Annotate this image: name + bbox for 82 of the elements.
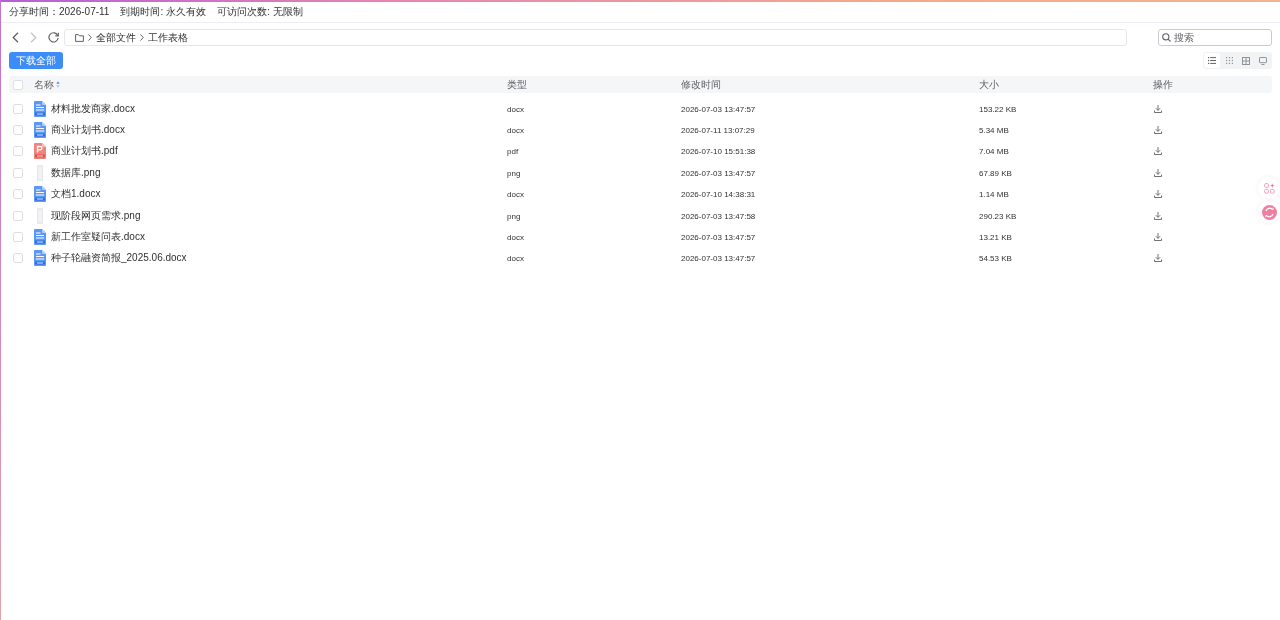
modified-time: 2026-07-03 13:47:58 <box>681 211 756 221</box>
file-type: pdf <box>507 147 519 157</box>
modified-time: 2026-07-03 13:47:57 <box>681 168 756 178</box>
row-checkbox[interactable] <box>13 103 23 114</box>
file-size: 67.89 KB <box>979 168 1012 178</box>
file-name[interactable]: 材料批发商家.docx <box>51 102 135 115</box>
folder-icon[interactable] <box>75 33 84 42</box>
monitor-icon <box>1259 56 1267 65</box>
file-size: 7.04 MB <box>979 147 1009 157</box>
download-icon[interactable] <box>1154 233 1162 242</box>
column-header: 名称 <box>34 78 54 91</box>
arrows-circle-icon[interactable] <box>1258 201 1280 223</box>
breadcrumb-link[interactable]: 工作表格 <box>148 31 188 44</box>
download-icon[interactable] <box>1154 254 1162 263</box>
list-view-button[interactable] <box>1204 53 1220 68</box>
row-checkbox[interactable] <box>13 146 23 157</box>
file-name[interactable]: 商业计划书.docx <box>51 124 125 137</box>
doc-file-icon <box>34 229 46 246</box>
download-icon[interactable] <box>1154 104 1162 113</box>
share-info-text: 可访问次数: 无限制 <box>217 6 303 18</box>
list-icon <box>1208 57 1216 64</box>
file-name[interactable]: 商业计划书.pdf <box>51 145 118 158</box>
file-type: docx <box>507 254 524 264</box>
row-checkbox[interactable] <box>13 232 23 243</box>
pdf-file-icon <box>34 143 46 160</box>
column-header: 大小 <box>979 78 999 91</box>
modified-time: 2026-07-10 15:51:38 <box>681 147 756 157</box>
apps-icon[interactable] <box>1258 177 1280 199</box>
modified-time: 2026-07-03 13:47:57 <box>681 254 756 264</box>
column-header: 修改时间 <box>681 78 721 91</box>
modified-time: 2026-07-03 13:47:57 <box>681 104 756 114</box>
doc-file-icon <box>34 186 46 203</box>
select-all-checkbox[interactable] <box>13 79 23 90</box>
file-type: png <box>507 211 521 221</box>
search-field[interactable]: 搜索 <box>1158 29 1272 46</box>
search-icon <box>1162 33 1171 42</box>
file-name[interactable]: 文档1.docx <box>51 188 101 201</box>
back-icon[interactable] <box>12 32 19 43</box>
download-icon[interactable] <box>1154 168 1162 177</box>
row-checkbox[interactable] <box>13 210 23 221</box>
download-icon[interactable] <box>1154 126 1162 135</box>
file-size: 1.14 MB <box>979 190 1009 200</box>
file-size: 5.34 MB <box>979 126 1009 136</box>
modified-time: 2026-07-03 13:47:57 <box>681 233 756 243</box>
file-type: docx <box>507 126 524 136</box>
doc-file-icon <box>34 100 46 117</box>
sort-icon[interactable] <box>56 81 60 88</box>
download-icon[interactable] <box>1154 147 1162 156</box>
file-type: png <box>507 168 521 178</box>
breadcrumb-link[interactable]: 全部文件 <box>96 31 136 44</box>
dots-grid-icon <box>1225 57 1233 64</box>
image-thumbnail-icon <box>37 164 43 181</box>
file-type: docx <box>507 233 524 243</box>
file-size: 153.22 KB <box>979 104 1017 114</box>
row-checkbox[interactable] <box>13 253 23 264</box>
file-type: docx <box>507 104 524 114</box>
file-size: 290.23 KB <box>979 211 1017 221</box>
modified-time: 2026-07-11 13:07:29 <box>681 126 755 136</box>
file-name[interactable]: 现阶段网页需求.png <box>51 209 141 222</box>
modified-time: 2026-07-10 14:38:31 <box>681 190 756 200</box>
grid-icon <box>1242 56 1250 65</box>
row-checkbox[interactable] <box>13 167 23 178</box>
file-name[interactable]: 数据库.png <box>51 166 101 179</box>
row-checkbox[interactable] <box>13 189 23 200</box>
chevron-right-icon <box>140 34 144 41</box>
file-name[interactable]: 新工作室疑问表.docx <box>51 231 145 244</box>
doc-file-icon <box>34 122 46 139</box>
file-type: docx <box>507 190 524 200</box>
refresh-icon[interactable] <box>48 32 59 43</box>
download-icon[interactable] <box>1154 190 1162 199</box>
chevron-right-icon <box>88 34 92 41</box>
column-header: 类型 <box>507 78 527 91</box>
download-icon[interactable] <box>1154 211 1162 220</box>
share-info-text: 分享时间：2026-07-11 <box>9 6 110 18</box>
file-size: 13.21 KB <box>979 233 1012 243</box>
row-checkbox[interactable] <box>13 125 23 136</box>
file-name[interactable]: 种子轮融资简报_2025.06.docx <box>51 252 187 265</box>
doc-file-icon <box>34 250 46 267</box>
file-size: 54.53 KB <box>979 254 1012 264</box>
share-info-text: 到期时间: 永久有效 <box>120 6 206 18</box>
image-thumbnail-icon <box>37 207 43 224</box>
column-header: 操作 <box>1153 78 1173 91</box>
